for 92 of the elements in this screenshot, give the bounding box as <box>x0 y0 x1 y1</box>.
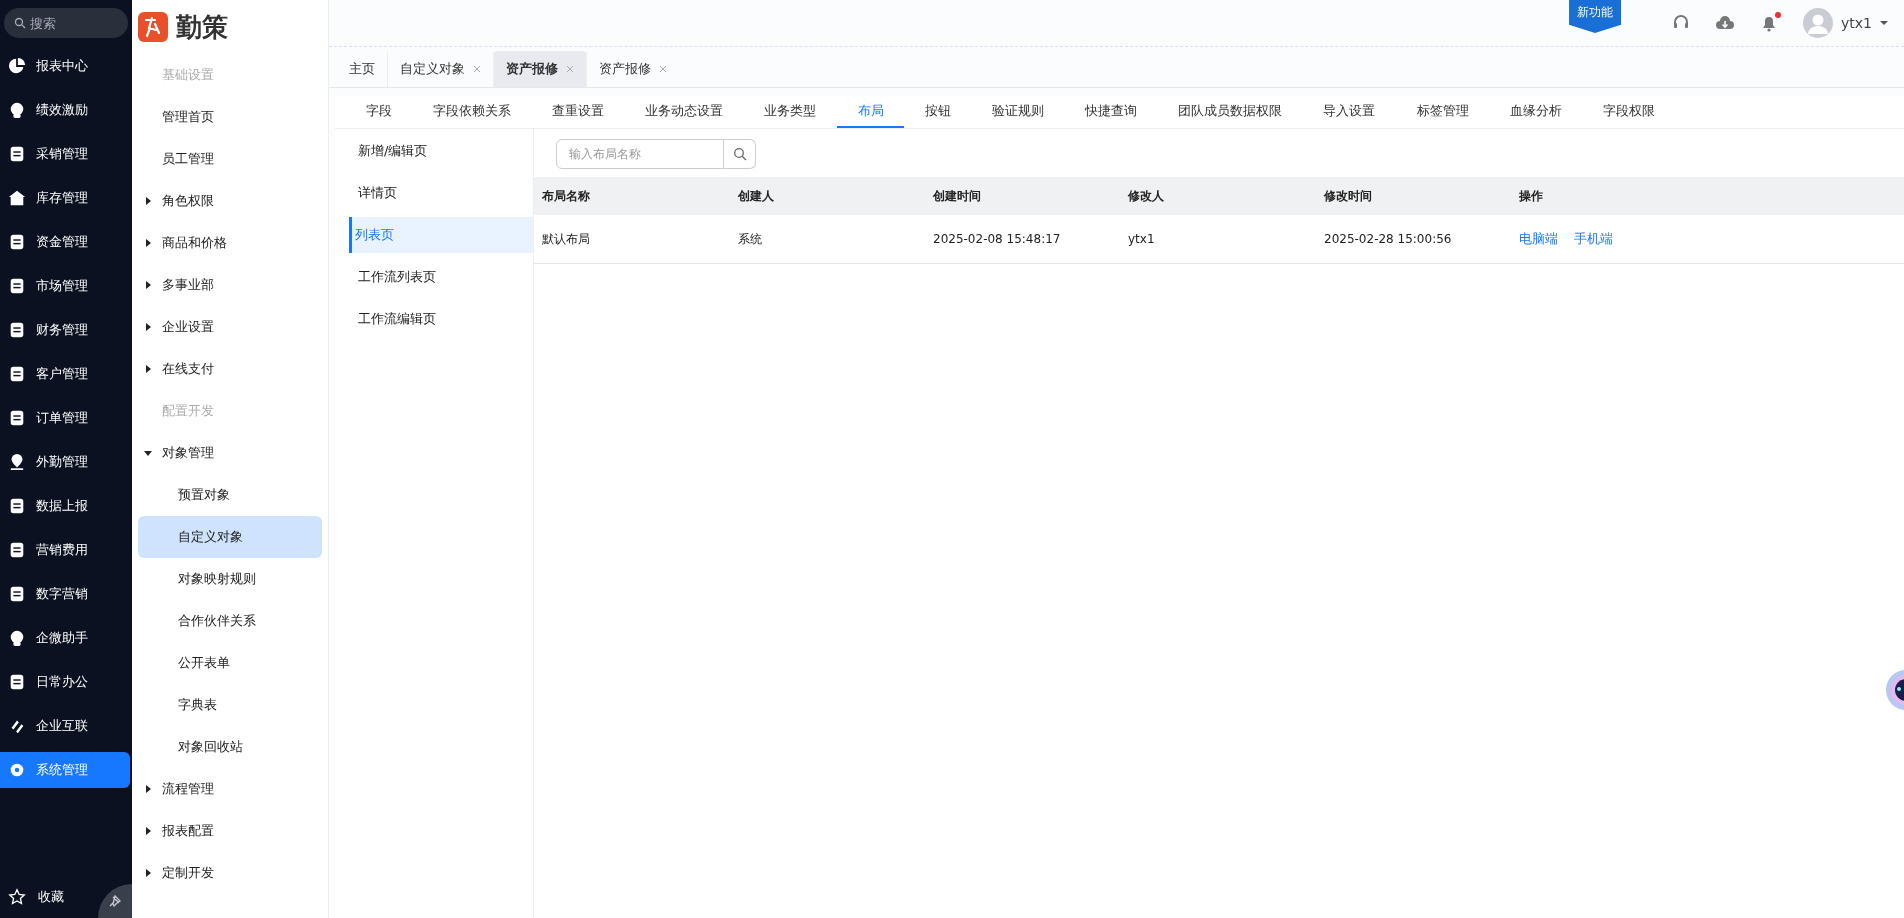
nav-item[interactable]: 客户管理 <box>0 356 130 392</box>
close-icon[interactable] <box>659 65 667 73</box>
tab[interactable]: 主页 <box>337 51 387 87</box>
page-type-item[interactable]: 新增/编辑页 <box>335 133 533 169</box>
sub-tab[interactable]: 导入设置 <box>1302 96 1397 128</box>
menu-group[interactable]: 多事业部 <box>132 264 328 306</box>
column-header: 创建人 <box>738 187 775 205</box>
column-header: 修改时间 <box>1324 187 1373 205</box>
menu-item[interactable]: 员工管理 <box>132 138 328 180</box>
nav-item[interactable]: 库存管理 <box>0 180 130 216</box>
nav-item[interactable]: 财务管理 <box>0 312 130 348</box>
sub-tab[interactable]: 字段依赖关系 <box>412 96 532 128</box>
sub-tab[interactable]: 布局 <box>836 96 905 128</box>
sub-tab[interactable]: 快捷查询 <box>1064 96 1158 128</box>
nav-item[interactable]: 外勤管理 <box>0 444 130 480</box>
nav-item[interactable]: 资金管理 <box>0 224 130 260</box>
pie-icon <box>8 57 26 75</box>
pin-icon <box>8 453 26 471</box>
menu-group[interactable]: 报表配置 <box>132 810 328 852</box>
close-icon[interactable] <box>473 65 481 73</box>
search-icon <box>732 147 747 161</box>
brand-name: 勤策 <box>176 10 228 44</box>
menu-item[interactable]: 字典表 <box>138 684 322 726</box>
star-icon <box>8 888 26 906</box>
sub-tab[interactable]: 查重设置 <box>531 96 625 128</box>
page-type-item[interactable]: 工作流列表页 <box>335 259 533 295</box>
nav-item[interactable]: 企微助手 <box>0 620 130 656</box>
column-header: 操作 <box>1519 187 1544 205</box>
table-cell-text: 系统 <box>738 230 763 248</box>
search-button[interactable] <box>724 139 756 169</box>
favorites-item[interactable]: 收藏 <box>8 888 64 906</box>
menu-group[interactable]: 企业设置 <box>132 306 328 348</box>
sub-tab[interactable]: 血缘分析 <box>1489 96 1583 128</box>
menu-group[interactable]: 对象管理 <box>132 432 328 474</box>
menu-item[interactable]: 预置对象 <box>138 474 322 516</box>
menu-group[interactable]: 流程管理 <box>132 768 328 810</box>
search-field[interactable]: 搜索 <box>4 8 128 38</box>
table-cell-text: 2025-02-28 15:00:56 <box>1324 232 1453 246</box>
column-header: 布局名称 <box>542 187 591 205</box>
menu-item[interactable]: 自定义对象 <box>138 516 322 558</box>
table-cell-text: ytx1 <box>1128 232 1156 246</box>
column-header: 修改人 <box>1128 187 1165 205</box>
menu-item[interactable]: 对象回收站 <box>138 726 322 768</box>
nav-item[interactable]: 系统管理 <box>0 752 130 788</box>
sub-tab[interactable]: 字段 <box>345 96 413 128</box>
sub-tab[interactable]: 字段权限 <box>1582 96 1676 128</box>
nav-item[interactable]: 营销费用 <box>0 532 130 568</box>
caret-icon[interactable] <box>1880 20 1888 26</box>
column-header: 创建时间 <box>933 187 982 205</box>
gear-icon <box>8 761 26 779</box>
assistant-icon[interactable] <box>1884 668 1904 712</box>
menu-item[interactable]: 合作伙伴关系 <box>138 600 322 642</box>
menu-group[interactable]: 角色权限 <box>132 180 328 222</box>
pin-icon <box>108 894 122 908</box>
sub-tab[interactable]: 标签管理 <box>1396 96 1490 128</box>
user-name[interactable]: ytx1 <box>1841 15 1872 31</box>
menu-item[interactable]: 对象映射规则 <box>138 558 322 600</box>
sub-tab[interactable]: 按钮 <box>904 96 972 128</box>
logo-icon <box>138 12 168 42</box>
sub-tab[interactable]: 业务动态设置 <box>624 96 744 128</box>
page-type-item[interactable]: 工作流编辑页 <box>335 301 533 337</box>
page-type-item[interactable]: 列表页 <box>349 217 533 253</box>
action-link[interactable]: 电脑端 <box>1519 230 1558 248</box>
nav-item[interactable]: 采销管理 <box>0 136 130 172</box>
menu-item[interactable]: 公开表单 <box>138 642 322 684</box>
menu-group[interactable]: 定制开发 <box>132 852 328 894</box>
search-icon <box>14 17 26 29</box>
tab[interactable]: 资产报修 <box>493 51 586 87</box>
tab[interactable]: 资产报修 <box>586 51 679 87</box>
nav-item[interactable]: 日常办公 <box>0 664 130 700</box>
page-type-item[interactable]: 详情页 <box>335 175 533 211</box>
layout-search-field[interactable]: 输入布局名称 <box>556 139 724 169</box>
new-feature-badge[interactable]: 新功能 <box>1569 0 1622 33</box>
menu-group[interactable]: 商品和价格 <box>132 222 328 264</box>
nav-item[interactable]: 订单管理 <box>0 400 130 436</box>
nav-item[interactable]: 数字营销 <box>0 576 130 612</box>
sub-tab[interactable]: 团队成员数据权限 <box>1157 96 1303 128</box>
nav-item[interactable]: 报表中心 <box>0 48 130 84</box>
sub-tab[interactable]: 验证规则 <box>971 96 1065 128</box>
sub-tab[interactable]: 业务类型 <box>743 96 837 128</box>
action-link[interactable]: 手机端 <box>1574 230 1613 248</box>
menu-section-title: 基础设置 <box>161 66 215 84</box>
table-cell-text: 默认布局 <box>542 230 591 248</box>
nav-item[interactable]: 企业互联 <box>0 708 130 744</box>
menu-item[interactable]: 管理首页 <box>132 96 328 138</box>
nav-item[interactable]: 数据上报 <box>0 488 130 524</box>
house-icon <box>8 189 26 207</box>
table-cell-text: 2025-02-08 15:48:17 <box>933 232 1062 246</box>
nav-item[interactable]: 市场管理 <box>0 268 130 304</box>
menu-group[interactable]: 在线支付 <box>132 348 328 390</box>
nav-item[interactable]: 绩效激励 <box>0 92 130 128</box>
menu-section-title: 配置开发 <box>161 402 215 420</box>
